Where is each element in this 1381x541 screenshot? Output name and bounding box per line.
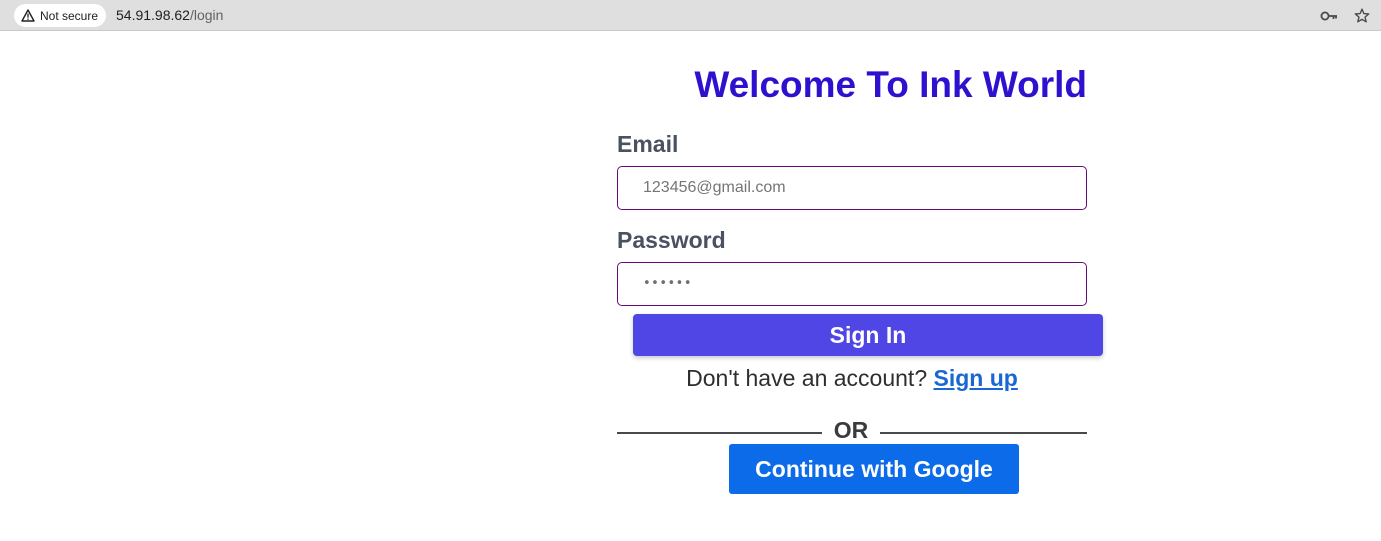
url-bar[interactable]: 54.91.98.62/login <box>116 7 223 24</box>
divider-text: OR <box>833 417 869 443</box>
password-field[interactable] <box>617 262 1087 306</box>
star-icon[interactable] <box>1353 7 1371 25</box>
warning-icon <box>21 9 35 22</box>
page-title: Welcome To Ink World <box>694 64 1087 105</box>
signup-prompt: Don't have an account? Sign up <box>617 364 1087 392</box>
email-label: Email <box>617 131 679 157</box>
security-label: Not secure <box>40 8 99 23</box>
url-host: 54.91.98.62 <box>116 7 190 23</box>
signup-prompt-text: Don't have an account? <box>686 365 934 391</box>
security-indicator[interactable]: Not secure <box>14 4 107 27</box>
key-icon[interactable] <box>1320 7 1338 25</box>
continue-with-google-button[interactable]: Continue with Google <box>729 444 1019 494</box>
password-label: Password <box>617 227 726 253</box>
url-path: /login <box>189 7 224 23</box>
divider-line-right <box>880 432 1087 434</box>
email-field[interactable] <box>617 166 1087 210</box>
divider-line-left <box>617 432 822 434</box>
or-divider: OR <box>617 416 1087 446</box>
browser-address-bar: Not secure 54.91.98.62/login <box>0 0 1381 31</box>
sign-in-button[interactable]: Sign In <box>633 314 1103 356</box>
sign-up-link[interactable]: Sign up <box>934 365 1018 391</box>
